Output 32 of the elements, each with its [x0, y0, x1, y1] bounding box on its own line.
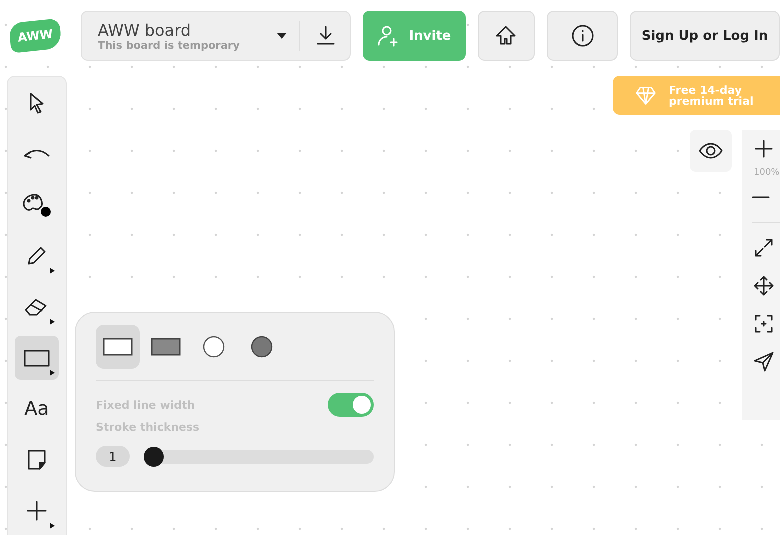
diamond-icon	[633, 84, 659, 106]
filled-circle-icon	[251, 336, 273, 358]
shape-option[interactable]	[96, 325, 140, 369]
text-tool-label: Aa	[24, 398, 50, 420]
board-selector[interactable]: AWW board This board is temporary	[81, 11, 351, 61]
info-button[interactable]	[547, 11, 618, 61]
plus-icon	[25, 499, 49, 523]
board-subtitle: This board is temporary	[98, 40, 241, 52]
stroke-thickness-value: 1	[96, 446, 130, 467]
tool-button[interactable]: Aa	[15, 387, 59, 431]
dropdown-caret-icon[interactable]	[276, 33, 287, 39]
slider-thumb[interactable]	[144, 446, 164, 466]
paper-plane-icon	[752, 350, 776, 374]
info-icon	[570, 24, 595, 48]
sign-up-button[interactable]: Sign Up or Log In	[630, 11, 780, 61]
tool-button[interactable]	[15, 336, 59, 380]
view-toggle-button[interactable]	[690, 130, 732, 172]
outlined-circle-icon	[203, 336, 225, 358]
zoom-level: 100%	[754, 168, 780, 178]
stroke-thickness-slider[interactable]	[144, 450, 374, 464]
board-title: AWW board	[98, 20, 192, 40]
minus-icon	[752, 196, 770, 198]
submenu-triangle-icon	[50, 319, 55, 325]
submenu-triangle-icon	[50, 523, 55, 529]
fixed-line-width-toggle[interactable]	[328, 393, 374, 417]
home-button[interactable]	[478, 11, 536, 61]
filled-rectangle-icon	[151, 337, 181, 357]
submenu-triangle-icon	[50, 268, 55, 274]
outlined-rectangle-icon	[103, 337, 133, 357]
submenu-triangle-icon	[50, 370, 55, 376]
move-icon	[752, 274, 776, 298]
home-icon	[494, 24, 518, 48]
